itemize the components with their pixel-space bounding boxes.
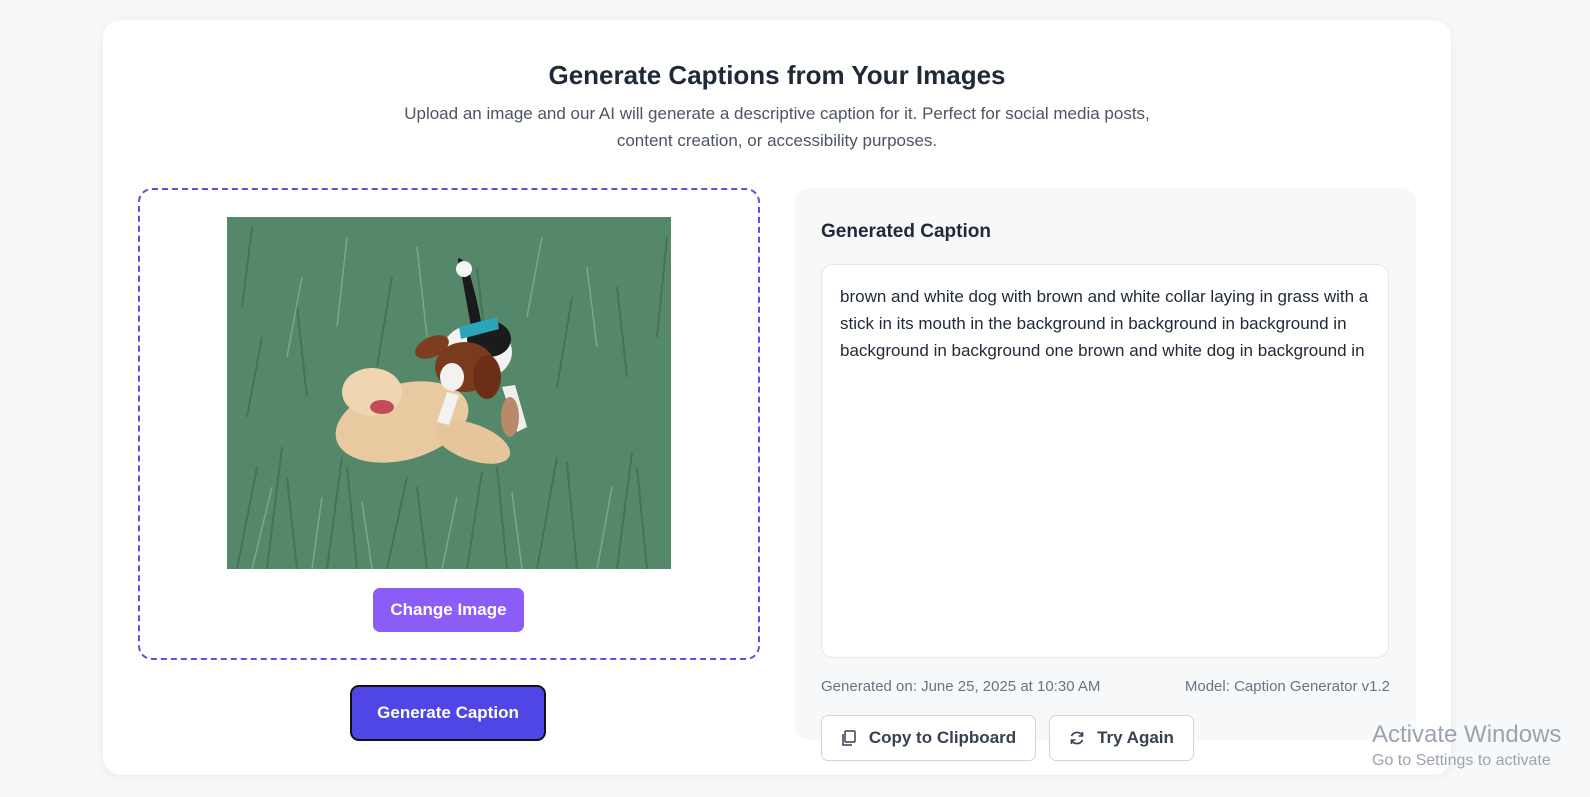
copy-button-label: Copy to Clipboard bbox=[868, 728, 1017, 747]
generated-timestamp: Generated on: June 25, 2025 at 10:30 AM bbox=[821, 678, 1101, 695]
refresh-icon bbox=[1069, 730, 1085, 746]
uploaded-image-preview bbox=[227, 217, 671, 569]
page-title: Generate Captions from Your Images bbox=[548, 60, 1006, 90]
page-subtitle: Upload an image and our AI will generate… bbox=[404, 104, 1150, 150]
model-version: Model: Caption Generator v1.2 bbox=[1184, 678, 1390, 695]
watermark-line-2: Go to Settings to activate bbox=[1372, 752, 1551, 769]
caption-text-area[interactable]: brown and white dog with brown and white… bbox=[821, 264, 1389, 658]
copy-icon bbox=[841, 730, 857, 746]
try-again-label: Try Again bbox=[1097, 728, 1174, 747]
image-dropzone[interactable]: Change Image bbox=[138, 188, 760, 660]
try-again-button[interactable]: Try Again bbox=[1049, 715, 1194, 761]
change-image-button[interactable]: Change Image bbox=[373, 588, 524, 632]
generate-caption-button[interactable]: Generate Caption bbox=[350, 685, 546, 741]
copy-to-clipboard-button[interactable]: Copy to Clipboard bbox=[821, 715, 1036, 761]
main-card: Generate Captions from Your Images Uploa… bbox=[103, 20, 1451, 775]
caption-result-panel: Generated Caption brown and white dog wi… bbox=[795, 188, 1416, 761]
result-title: Generated Caption bbox=[821, 221, 991, 242]
windows-activation-watermark: Activate Windows Go to Settings to activ… bbox=[1372, 721, 1561, 770]
watermark-line-1: Activate Windows bbox=[1372, 721, 1562, 748]
